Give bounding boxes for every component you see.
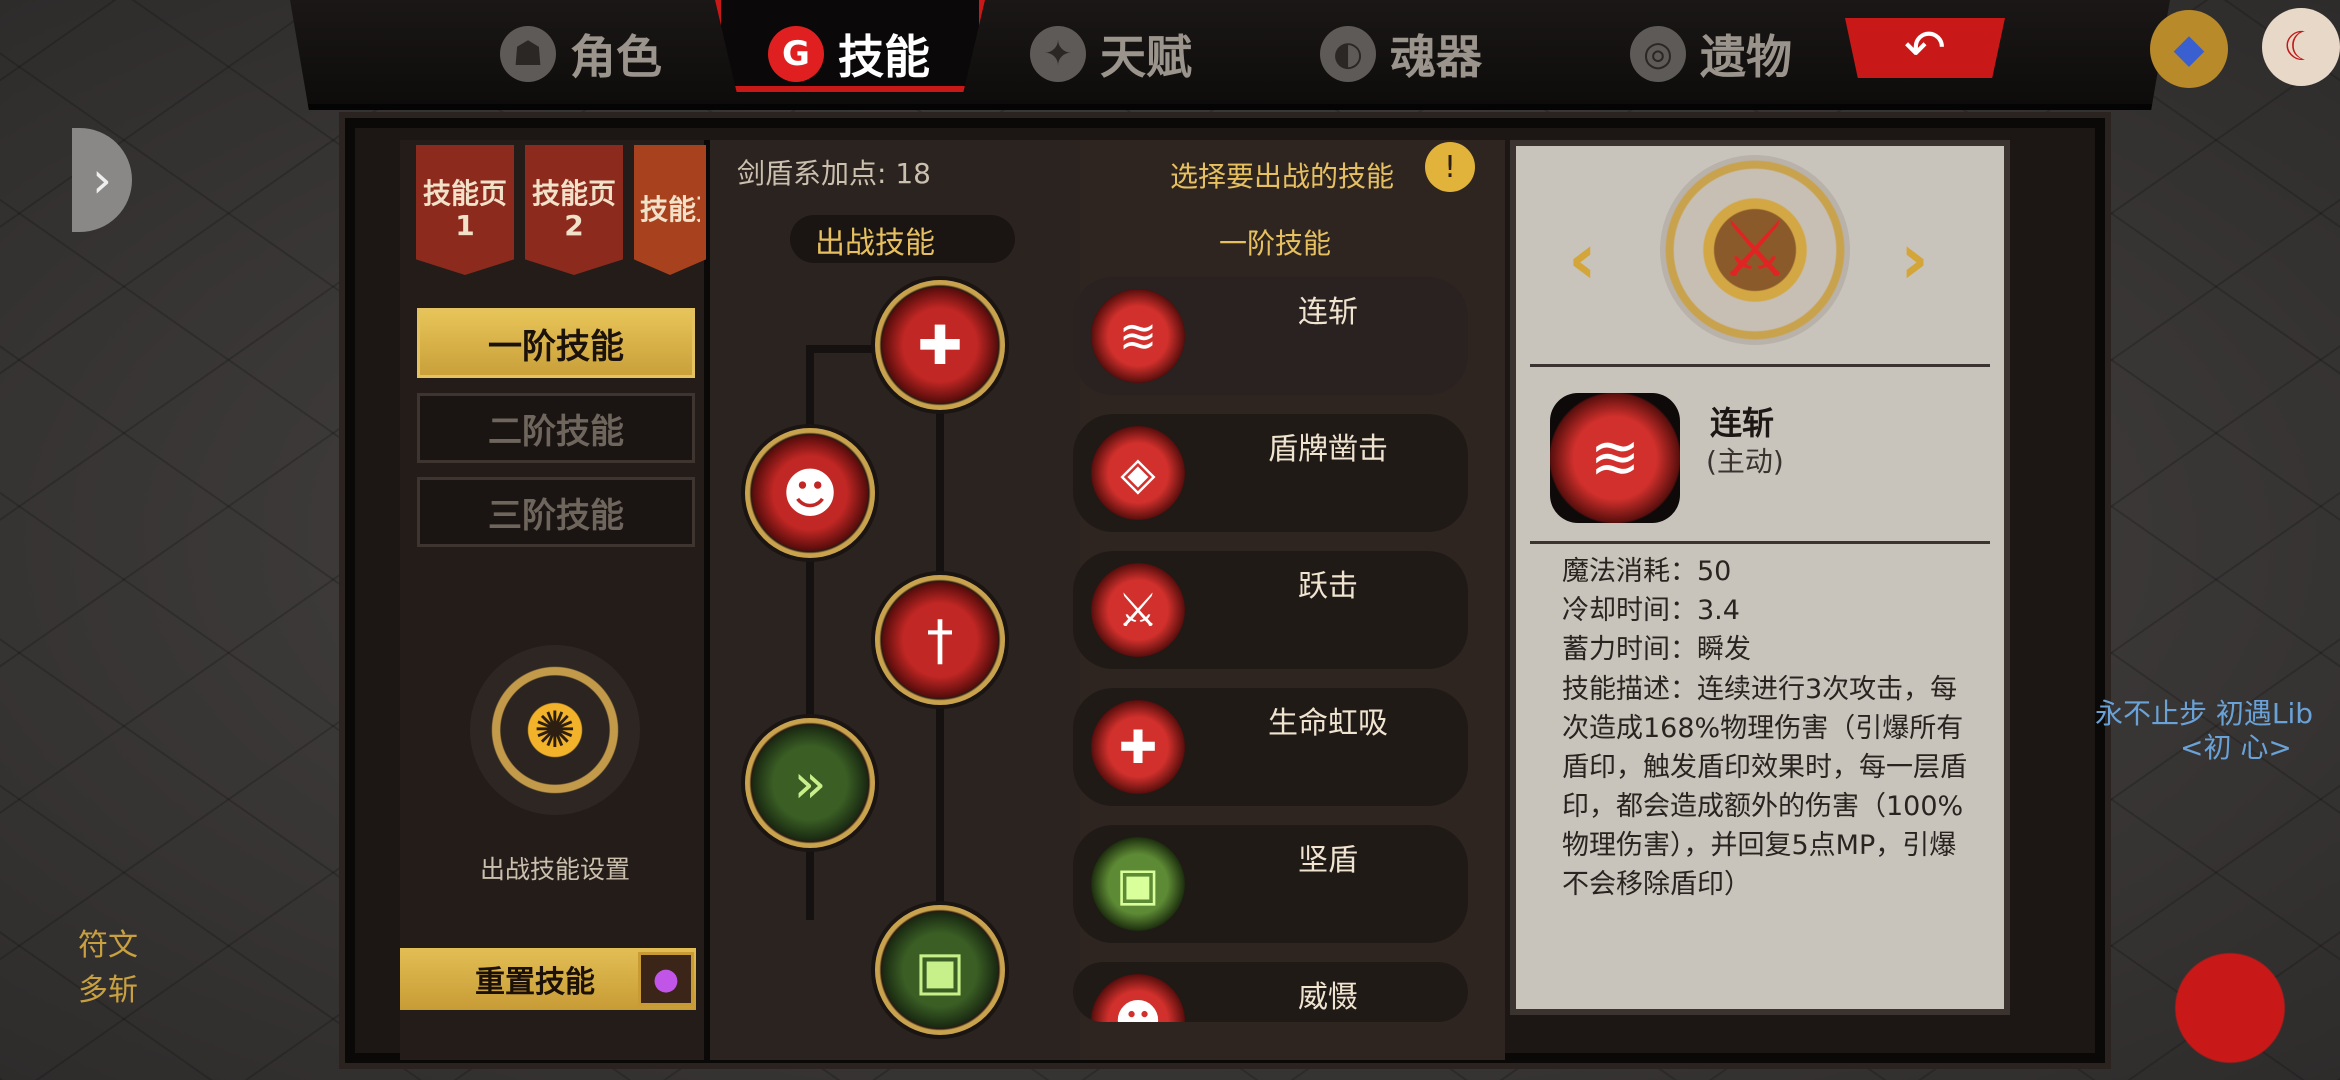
tier-label: 二阶技能 bbox=[488, 411, 624, 452]
page-tab-label: 技能页3 bbox=[640, 194, 700, 226]
tab-label: 角色 bbox=[570, 30, 662, 84]
talent-icon: ✦ bbox=[1030, 26, 1086, 82]
page-tab-label: 技能页1 bbox=[422, 177, 507, 242]
skill-name: 盾牌凿击 bbox=[1268, 432, 1388, 467]
mana-cost: 魔法消耗：50 bbox=[1562, 556, 1732, 587]
detail-skill-type: (主动) bbox=[1706, 445, 1784, 478]
skill-row-life-siphon[interactable]: ✚ 生命虹吸 bbox=[1073, 688, 1468, 806]
next-class-button[interactable]: › bbox=[1900, 218, 1929, 300]
loadout-label: 出战技能设置 bbox=[479, 855, 630, 884]
skill-row-intimidate[interactable]: ☻ 威慑 bbox=[1073, 962, 1468, 1022]
divider bbox=[1530, 364, 1990, 367]
skill-name: 坚盾 bbox=[1298, 843, 1358, 878]
sword-shield-emblem-icon: ⚔ bbox=[1660, 155, 1850, 345]
shield-bash-icon: ◈ bbox=[1091, 426, 1185, 520]
tab-label: 技能 bbox=[838, 30, 930, 84]
back-arrow-icon: ↶ bbox=[1904, 19, 1946, 77]
divider bbox=[1530, 541, 1990, 544]
back-button[interactable]: ↶ bbox=[1845, 18, 2005, 78]
tier-3-skills-button[interactable]: 三阶技能 bbox=[417, 477, 695, 547]
corner-emblem-icon bbox=[2120, 900, 2340, 1080]
tab-skills[interactable]: G 技能 bbox=[768, 14, 930, 94]
info-icon[interactable]: ! bbox=[1425, 142, 1475, 192]
slash-icon: ≋ bbox=[1550, 393, 1680, 523]
skill-row-lianzhan[interactable]: ≋ 连斩 bbox=[1073, 277, 1468, 395]
skill-name: 跃击 bbox=[1298, 569, 1358, 604]
tab-character[interactable]: ☗ 角色 bbox=[500, 14, 662, 94]
skill-page-tab-3[interactable]: 技能页3 bbox=[634, 145, 706, 275]
chevron-right-icon: › bbox=[92, 151, 112, 209]
relic-icon: ◎ bbox=[1630, 26, 1686, 82]
character-icon: ☗ bbox=[500, 26, 556, 82]
tab-soul-vessel[interactable]: ◐ 魂器 bbox=[1320, 14, 1482, 94]
skill-page-tab-1[interactable]: 技能页1 bbox=[416, 145, 514, 275]
tab-label: 魂器 bbox=[1390, 30, 1482, 84]
tier-header: 一阶技能 bbox=[1218, 227, 1331, 260]
skill-points-label: 剑盾系加点: 18 bbox=[737, 157, 931, 190]
skill-description: 技能描述：连续进行3次攻击，每次造成168%物理伤害（引爆所有盾印，触发盾印效果… bbox=[1562, 674, 1967, 900]
background-label: 符文 bbox=[78, 928, 138, 963]
tree-node-life-siphon[interactable]: ✚ bbox=[875, 280, 1005, 410]
tree-node-dash[interactable]: » bbox=[745, 718, 875, 848]
shield-cross-icon: ✚ bbox=[917, 313, 963, 377]
flame-face-icon: ☻ bbox=[1091, 974, 1185, 1022]
background-player-title: <初 心> bbox=[2180, 731, 2292, 764]
shield-cross-icon: ✚ bbox=[1091, 700, 1185, 794]
tree-node-rage[interactable]: ☻ bbox=[745, 428, 875, 558]
leap-icon: ⚔ bbox=[1091, 563, 1185, 657]
tier-label: 三阶技能 bbox=[488, 495, 624, 536]
background-label: 多斩 bbox=[78, 973, 138, 1008]
tier-1-skills-button[interactable]: 一阶技能 bbox=[417, 308, 695, 378]
tree-header: 出战技能 bbox=[815, 226, 935, 261]
treasure-chest-icon[interactable]: ◆ bbox=[2150, 10, 2228, 88]
skill-row-leap[interactable]: ⚔ 跃击 bbox=[1073, 551, 1468, 669]
skill-name: 生命虹吸 bbox=[1268, 706, 1388, 741]
spiked-shield-icon: ▣ bbox=[1091, 837, 1185, 931]
spiral-icon: ✺ bbox=[534, 701, 576, 759]
tier-2-skills-button[interactable]: 二阶技能 bbox=[417, 393, 695, 463]
spiked-shield-icon: ▣ bbox=[914, 938, 966, 1002]
reset-label: 重置技能 bbox=[475, 965, 595, 1000]
skill-icon: G bbox=[768, 26, 824, 82]
flame-face-icon: ☻ bbox=[781, 461, 839, 525]
soul-vessel-icon: ◐ bbox=[1320, 26, 1376, 82]
loadout-settings-button[interactable]: ✺ bbox=[470, 645, 640, 815]
cooldown: 冷却时间：3.4 bbox=[1562, 595, 1740, 626]
detail-skill-name: 连斩 bbox=[1710, 404, 1775, 442]
skill-name: 连斩 bbox=[1298, 295, 1358, 330]
daily-calendar-icon[interactable]: ☾ bbox=[2262, 8, 2340, 86]
skill-row-shield-bash[interactable]: ◈ 盾牌凿击 bbox=[1073, 414, 1468, 532]
dash-icon: » bbox=[793, 751, 827, 815]
select-skill-prompt: 选择要出战的技能 bbox=[1170, 160, 1395, 193]
tab-talent[interactable]: ✦ 天赋 bbox=[1030, 14, 1192, 94]
tree-node-sword-strike[interactable]: † bbox=[875, 575, 1005, 705]
tier-label: 一阶技能 bbox=[488, 326, 624, 367]
skill-page-tab-2[interactable]: 技能页2 bbox=[525, 145, 623, 275]
left-column bbox=[400, 140, 710, 1060]
slash-icon: ≋ bbox=[1091, 289, 1185, 383]
page-tab-label: 技能页2 bbox=[531, 177, 616, 242]
previous-class-button[interactable]: ‹ bbox=[1568, 218, 1597, 300]
tab-relic[interactable]: ◎ 遗物 bbox=[1630, 14, 1792, 94]
tree-node-iron-wall[interactable]: ▣ bbox=[875, 905, 1005, 1035]
charge-time: 蓄力时间：瞬发 bbox=[1562, 634, 1751, 665]
skill-name: 威慑 bbox=[1298, 980, 1358, 1015]
tab-label: 遗物 bbox=[1700, 30, 1792, 84]
tab-label: 天赋 bbox=[1100, 30, 1192, 84]
skill-row-iron-wall[interactable]: ▣ 坚盾 bbox=[1073, 825, 1468, 943]
potion-icon: ● bbox=[638, 952, 694, 1006]
sword-down-icon: † bbox=[926, 608, 954, 672]
